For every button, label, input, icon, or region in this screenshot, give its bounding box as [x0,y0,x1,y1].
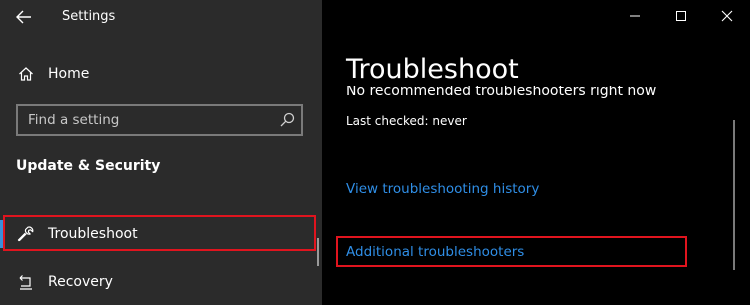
view-history-link[interactable]: View troubleshooting history [346,181,539,197]
sidebar: Settings Home Update & Security [0,0,322,305]
back-arrow-icon [16,10,31,24]
minimize-button[interactable] [612,0,658,32]
main-scrollbar[interactable] [733,120,735,270]
settings-window: Settings Home Update & Security [0,0,750,305]
close-icon [721,10,733,22]
app-title: Settings [62,9,116,24]
recovery-icon [16,272,36,292]
recommended-status-text: No recommended troubleshooters right now [346,86,657,99]
page-title: Troubleshoot [346,54,519,85]
back-button[interactable] [12,6,36,28]
sidebar-item-recovery[interactable]: Recovery [0,262,318,302]
maximize-button[interactable] [658,0,704,32]
sidebar-item-home[interactable]: Home [0,54,318,94]
window-controls [612,0,750,32]
sidebar-item-label: Home [48,66,90,82]
main-content: Troubleshoot No recommended troubleshoot… [322,0,750,305]
last-checked-text: Last checked: never [346,114,467,128]
minimize-icon [630,15,640,17]
search-input[interactable] [18,106,268,134]
highlight-box [3,215,316,251]
sidebar-item-label: Recovery [48,274,113,290]
sidebar-scrollbar[interactable] [317,238,319,266]
search-icon[interactable] [279,112,295,128]
home-icon [16,64,36,84]
highlight-box [336,236,687,267]
section-heading: Update & Security [16,158,161,174]
search-box [16,104,303,136]
recommended-status: No recommended troubleshooters right now [346,86,726,100]
close-button[interactable] [704,0,750,32]
maximize-icon [676,11,686,21]
